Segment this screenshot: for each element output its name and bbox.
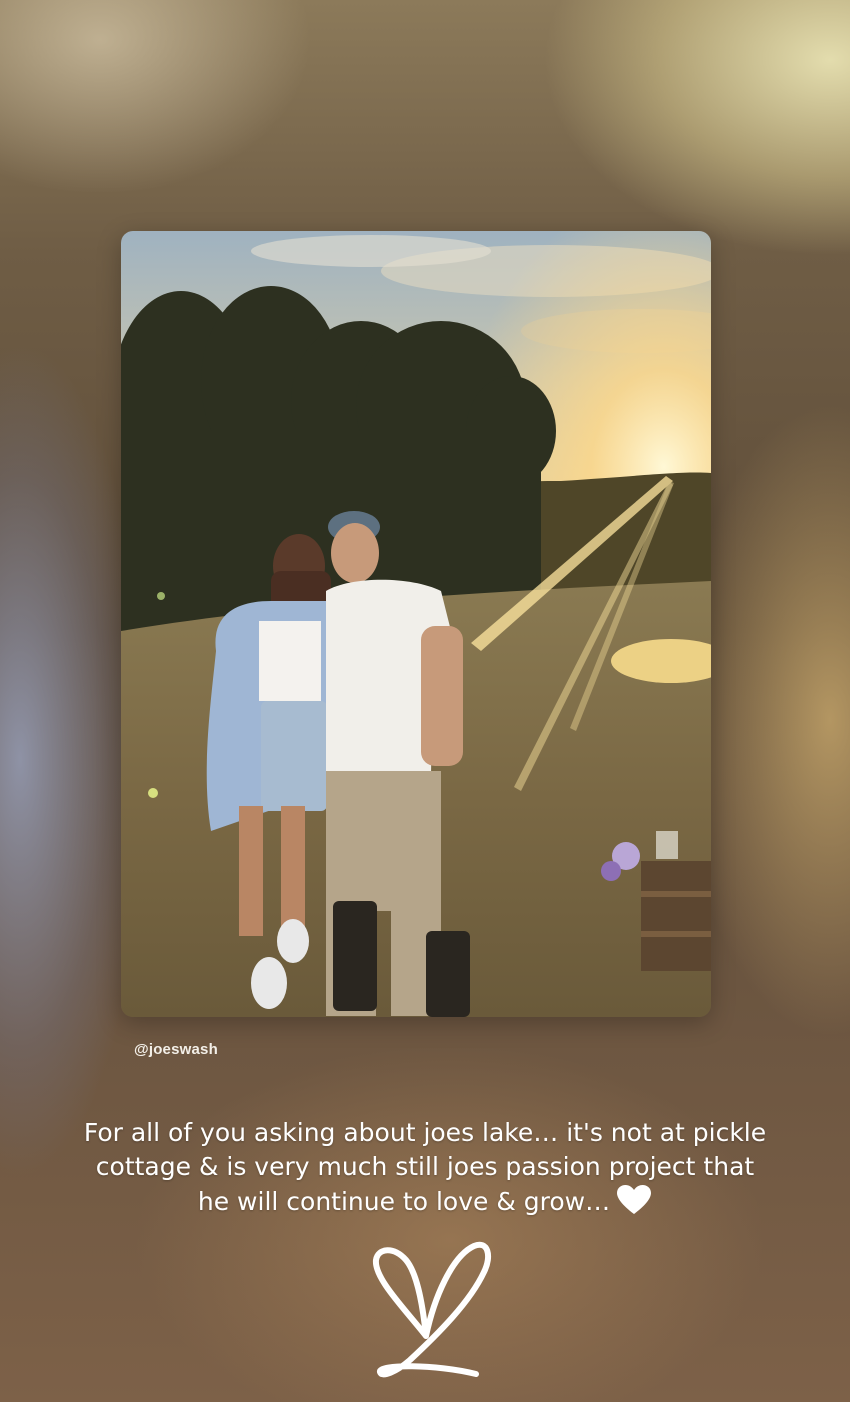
story-caption: For all of you asking about joes lake… i…: [40, 1116, 810, 1219]
white-heart-icon: [617, 1185, 652, 1214]
mention-tag[interactable]: @joeswash: [134, 1041, 218, 1058]
caption-line-2: cottage & is very much still joes passio…: [95, 1152, 755, 1181]
caption-line-1: For all of you asking about joes lake… i…: [83, 1118, 767, 1147]
outline-heart-sticker[interactable]: [366, 1238, 494, 1386]
caption-line-3: he will continue to love & grow…: [40, 1184, 810, 1219]
sunset-couple-photo-illustration: [121, 231, 711, 1017]
story-photo[interactable]: [121, 231, 711, 1017]
caption-line-3-text: he will continue to love & grow…: [197, 1187, 611, 1216]
